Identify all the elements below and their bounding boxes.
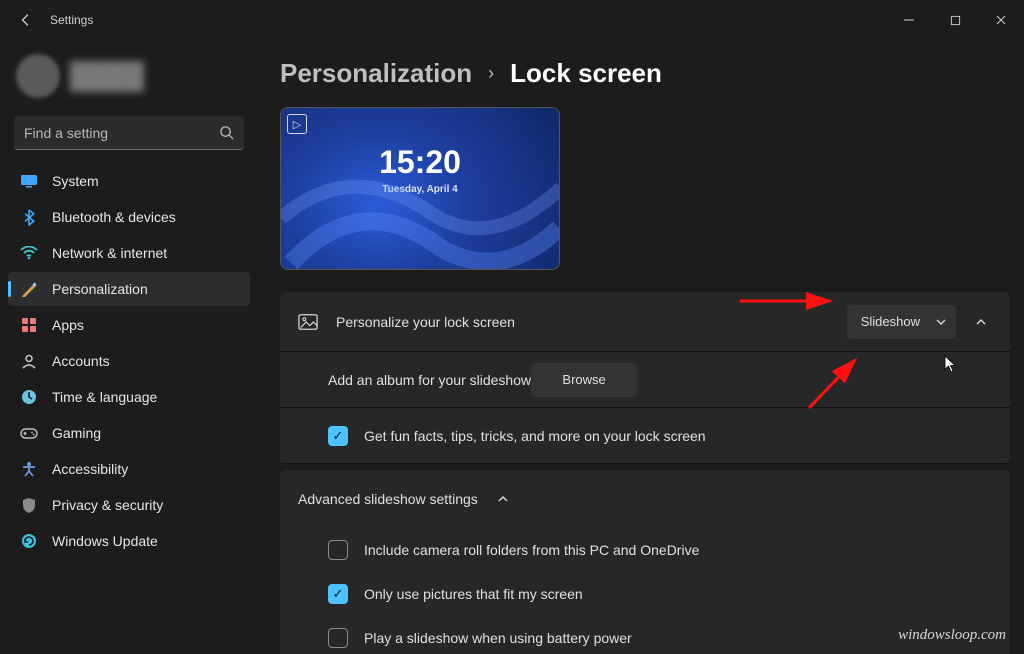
nav-list: System Bluetooth & devices Network & inter… [8, 164, 250, 558]
search-field[interactable] [24, 125, 219, 141]
accessibility-icon [20, 460, 38, 478]
time-language-icon [20, 388, 38, 406]
apps-icon [20, 316, 38, 334]
checkbox[interactable] [328, 628, 348, 648]
expand-collapse-chevron[interactable] [492, 488, 514, 510]
expand-collapse-chevron[interactable] [970, 311, 992, 333]
windows-update-icon [20, 532, 38, 550]
user-account-block[interactable]: ████████████████ [8, 44, 250, 108]
sidebar-item-label: Accounts [52, 353, 110, 369]
wifi-icon [20, 244, 38, 262]
sidebar-item-privacy-security[interactable]: Privacy & security [8, 488, 250, 522]
lock-screen-mode-dropdown[interactable]: Slideshow [847, 305, 956, 339]
sidebar-item-accessibility[interactable]: Accessibility [8, 452, 250, 486]
avatar [16, 54, 60, 98]
search-icon [219, 125, 234, 140]
sidebar-item-label: Apps [52, 317, 84, 333]
option-label: Play a slideshow when using battery powe… [364, 630, 632, 646]
checkbox[interactable]: ✓ [328, 584, 348, 604]
sidebar-item-label: Windows Update [52, 533, 158, 549]
fun-facts-label: Get fun facts, tips, tricks, and more on… [364, 428, 706, 444]
sidebar-item-label: Network & internet [52, 245, 167, 261]
watermark: windowsloop.com [898, 627, 1006, 644]
chevron-down-icon [936, 317, 946, 327]
lock-screen-preview[interactable]: ▷ 15:20 Tuesday, April 4 [280, 107, 560, 270]
personalize-row[interactable]: Personalize your lock screen Slideshow [280, 292, 1010, 352]
advanced-option-row[interactable]: ✓ Only use pictures that fit my screen [280, 572, 1010, 616]
accounts-icon [20, 352, 38, 370]
option-label: Include camera roll folders from this PC… [364, 542, 699, 558]
search-input[interactable] [14, 116, 244, 150]
gaming-icon [20, 424, 38, 442]
personalization-icon [20, 280, 38, 298]
sidebar-item-network-internet[interactable]: Network & internet [8, 236, 250, 270]
option-label: Only use pictures that fit my screen [364, 586, 583, 602]
personalize-panel: Personalize your lock screen Slideshow A… [280, 292, 1010, 464]
maximize-button[interactable] [932, 2, 978, 38]
sidebar-item-label: Privacy & security [52, 497, 163, 513]
sidebar-item-accounts[interactable]: Accounts [8, 344, 250, 378]
sidebar: ████████████████ System Bluetooth & devic… [0, 40, 258, 654]
minimize-button[interactable] [886, 2, 932, 38]
chevron-right-icon: › [488, 63, 494, 84]
breadcrumb-parent[interactable]: Personalization [280, 58, 472, 89]
breadcrumb: Personalization › Lock screen [280, 58, 1010, 89]
sidebar-item-bluetooth-devices[interactable]: Bluetooth & devices [8, 200, 250, 234]
bluetooth-icon [20, 208, 38, 226]
sidebar-item-time-language[interactable]: Time & language [8, 380, 250, 414]
sidebar-item-label: Bluetooth & devices [52, 209, 176, 225]
preview-wallpaper [281, 108, 560, 270]
sidebar-item-label: Accessibility [52, 461, 128, 477]
add-album-label: Add an album for your slideshow [328, 372, 531, 388]
sidebar-item-gaming[interactable]: Gaming [8, 416, 250, 450]
fun-facts-checkbox[interactable]: ✓ [328, 426, 348, 446]
sidebar-item-label: Gaming [52, 425, 101, 441]
advanced-header-row[interactable]: Advanced slideshow settings [280, 470, 1010, 528]
sidebar-item-label: Personalization [52, 281, 148, 297]
page-title: Lock screen [510, 58, 662, 89]
advanced-header-label: Advanced slideshow settings [298, 491, 478, 507]
sidebar-item-windows-update[interactable]: Windows Update [8, 524, 250, 558]
user-info: ████████████████ [70, 61, 144, 91]
add-album-row: Add an album for your slideshow Browse [280, 352, 1010, 408]
privacy-icon [20, 496, 38, 514]
browse-button[interactable]: Browse [531, 363, 637, 397]
back-button[interactable] [14, 13, 38, 27]
sidebar-item-label: System [52, 173, 99, 189]
sidebar-item-personalization[interactable]: Personalization [8, 272, 250, 306]
sidebar-item-label: Time & language [52, 389, 157, 405]
system-icon [20, 172, 38, 190]
window-title: Settings [50, 13, 93, 27]
fun-facts-row[interactable]: ✓ Get fun facts, tips, tricks, and more … [280, 408, 1010, 464]
personalize-label: Personalize your lock screen [336, 314, 515, 330]
close-button[interactable] [978, 2, 1024, 38]
dropdown-value: Slideshow [861, 314, 920, 329]
advanced-option-row[interactable]: Include camera roll folders from this PC… [280, 528, 1010, 572]
picture-icon [298, 313, 318, 331]
checkbox[interactable] [328, 540, 348, 560]
sidebar-item-apps[interactable]: Apps [8, 308, 250, 342]
sidebar-item-system[interactable]: System [8, 164, 250, 198]
